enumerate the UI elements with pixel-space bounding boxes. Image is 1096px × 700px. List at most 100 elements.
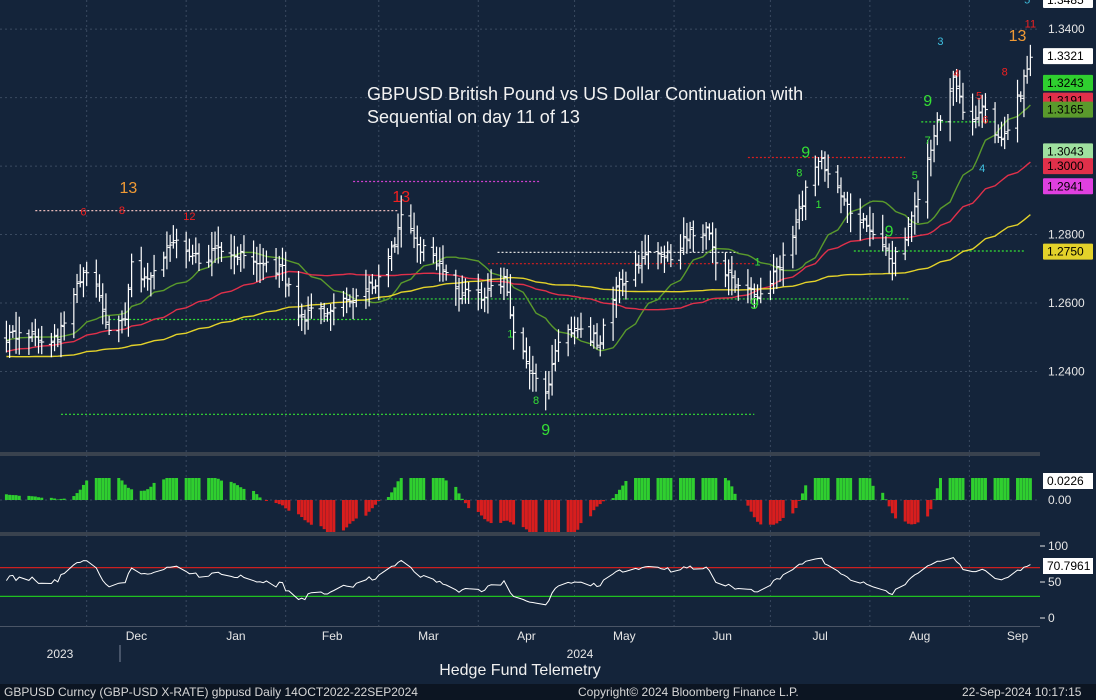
oscillator-bar <box>184 478 188 500</box>
oscillator-bar <box>325 500 329 532</box>
oscillator-bar <box>544 500 548 532</box>
oscillator-bar <box>980 478 984 500</box>
rsi-tick-label: 100 <box>1048 539 1068 553</box>
oscillator-bar <box>142 490 146 500</box>
sequential-count: 9 <box>885 223 894 240</box>
oscillator-bar <box>483 500 487 520</box>
oscillator-bar <box>53 498 57 500</box>
oscillator-bar <box>396 481 400 500</box>
oscillator-bar <box>287 500 291 511</box>
oscillator-bar <box>175 478 179 500</box>
oscillator-bar <box>210 478 214 500</box>
oscillator-bar <box>723 478 727 500</box>
oscillator-bar <box>550 500 554 532</box>
oscillator-bar <box>926 500 930 517</box>
oscillator-bar <box>165 478 169 500</box>
oscillator-bar <box>309 500 313 525</box>
oscillator-bar <box>1025 478 1029 500</box>
oscillator-bar <box>213 478 217 500</box>
oscillator-bar <box>374 500 378 505</box>
oscillator-bar <box>800 493 804 500</box>
oscillator-bar <box>479 500 483 516</box>
oscillator-bar <box>441 478 445 500</box>
oscillator-bar <box>422 478 426 500</box>
oscillator-bar <box>33 496 37 500</box>
oscillator-bar <box>418 478 422 500</box>
oscillator-bar <box>489 500 493 524</box>
panel-separator <box>0 532 1040 536</box>
oscillator-bar <box>1028 478 1032 500</box>
oscillator-bar <box>274 500 278 503</box>
oscillator-bar <box>149 486 153 500</box>
oscillator-bar <box>531 500 535 532</box>
oscillator-bar <box>467 500 471 509</box>
sequential-count: 4 <box>953 68 959 80</box>
oscillator-bar <box>37 497 41 500</box>
oscillator-bar <box>104 478 108 500</box>
oscillator-bar <box>101 478 105 500</box>
oscillator-bar <box>229 481 233 500</box>
oscillator-bar <box>252 490 256 500</box>
oscillator-bar <box>983 478 987 500</box>
oscillator-bar <box>624 481 628 500</box>
sequential-count: 5 <box>1024 0 1030 6</box>
oscillator-bar <box>727 480 731 500</box>
sequential-count: 1 <box>815 199 821 211</box>
oscillator-bar <box>637 478 641 500</box>
oscillator-bar <box>120 480 124 500</box>
price-value-label: 1.3321 <box>1047 49 1084 63</box>
oscillator-bar <box>412 478 416 500</box>
sequential-count: 9 <box>541 422 550 439</box>
oscillator-bar <box>999 478 1003 500</box>
oscillator-bar <box>839 478 843 500</box>
oscillator-bar <box>377 500 381 501</box>
oscillator-bar <box>277 500 281 505</box>
oscillator-bar <box>81 484 85 500</box>
oscillator-bar <box>714 478 718 500</box>
month-label: Mar <box>418 629 439 643</box>
oscillator-bar <box>566 500 570 532</box>
oscillator-bar <box>662 478 666 500</box>
sequential-count: 9 <box>801 145 810 162</box>
oscillator-bar <box>59 498 63 500</box>
oscillator-bar <box>499 500 503 523</box>
oscillator-bar <box>40 497 44 500</box>
month-label: May <box>613 629 636 643</box>
month-label: Dec <box>126 629 147 643</box>
oscillator-bar <box>573 500 577 532</box>
oscillator-bar <box>258 497 262 500</box>
oscillator-bar <box>438 478 442 500</box>
oscillator-bar <box>932 499 936 500</box>
oscillator-bar <box>704 478 708 500</box>
oscillator-bar <box>656 478 660 500</box>
month-label: Feb <box>322 629 343 643</box>
oscillator-bar <box>916 500 920 523</box>
rsi-tick-label: 0 <box>1048 611 1055 625</box>
sequential-count: 9 <box>750 296 759 313</box>
month-label: Jul <box>812 629 827 643</box>
oscillator-bar <box>505 500 509 521</box>
oscillator-bar <box>534 500 538 532</box>
oscillator-bar <box>27 495 31 500</box>
oscillator-bar <box>958 478 962 500</box>
oscillator-bar <box>255 494 259 500</box>
sequential-count: 6 <box>982 114 988 126</box>
oscillator-bar <box>139 490 143 500</box>
oscillator-bar <box>820 478 824 500</box>
oscillator-bar <box>746 500 750 506</box>
oscillator-bar <box>94 478 98 500</box>
oscillator-bar <box>476 500 480 512</box>
oscillator-bar <box>938 478 942 500</box>
oscillator-bar <box>322 500 326 530</box>
oscillator-bar <box>280 500 284 506</box>
oscillator-bar <box>219 480 223 500</box>
oscillator-bar <box>646 478 650 500</box>
oscillator-bar <box>929 500 933 510</box>
chart-title-line-2: Sequential on day 11 of 13 <box>367 107 580 127</box>
oscillator-bar <box>749 500 753 512</box>
oscillator-bar <box>611 498 615 500</box>
sequential-count: 9 <box>923 93 932 110</box>
sequential-count: 5 <box>976 90 982 102</box>
oscillator-bar <box>759 500 763 525</box>
oscillator-bar <box>236 485 240 500</box>
